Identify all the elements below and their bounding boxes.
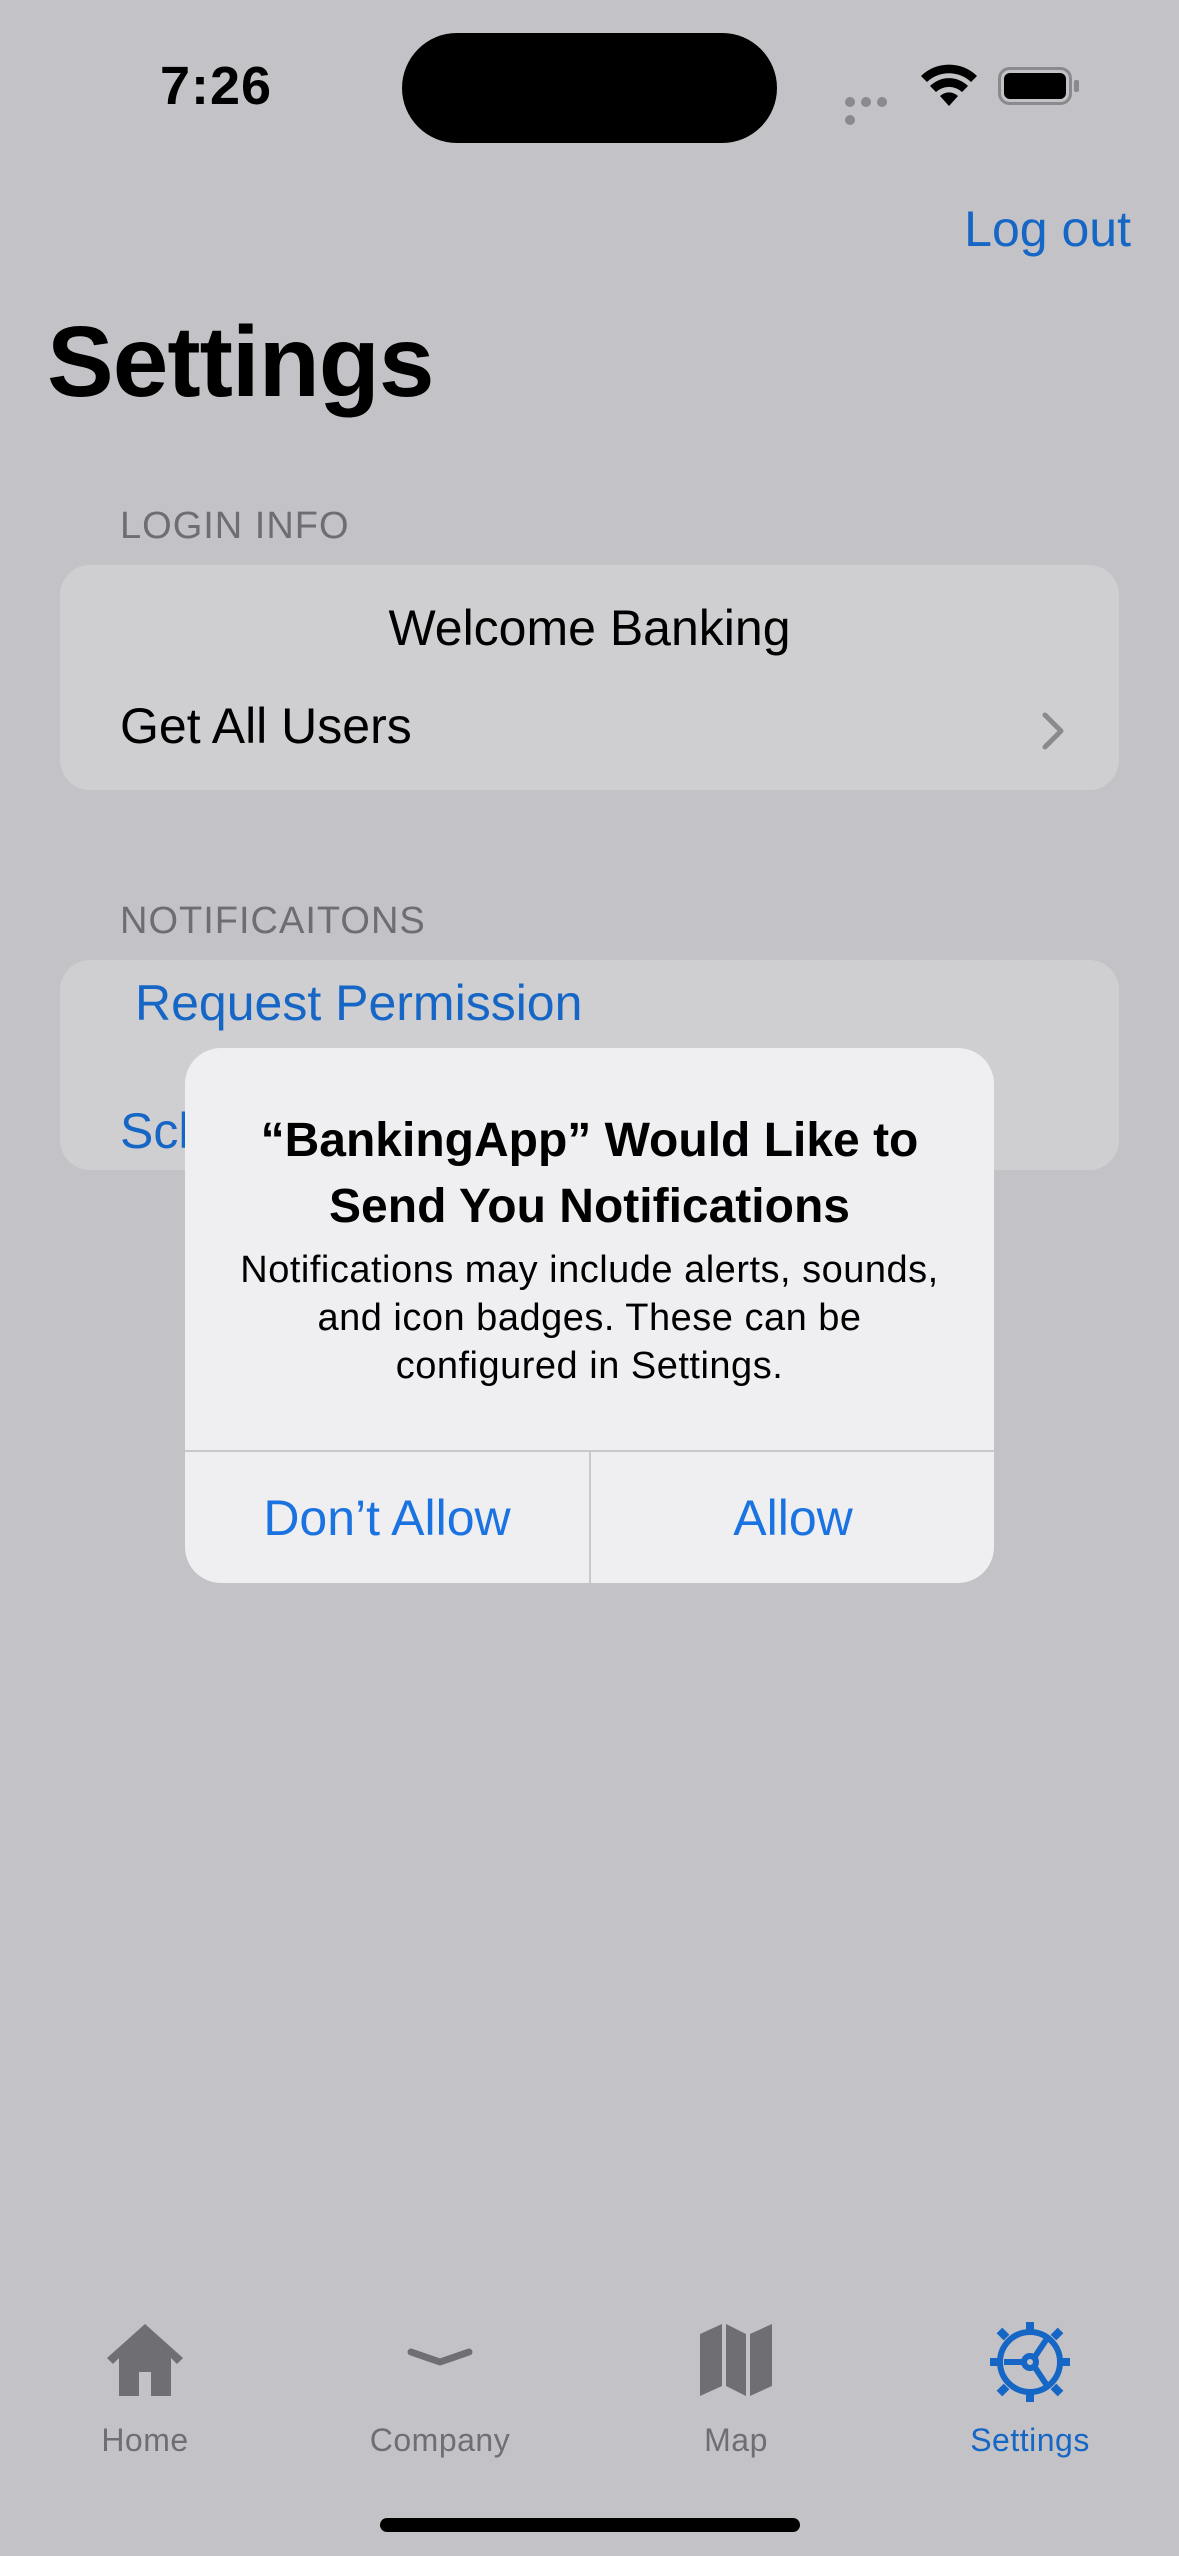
battery-icon — [998, 67, 1082, 105]
chevron-down-icon — [407, 2348, 473, 2366]
cellular-signal-icon — [845, 94, 905, 125]
dont-allow-button[interactable]: Don’t Allow — [185, 1452, 589, 1583]
section-header-notifications: NOTIFICAITONS — [120, 900, 426, 942]
tab-home-label: Home — [101, 2422, 189, 2458]
alert-message: Notifications may include alerts, sounds… — [240, 1249, 939, 1387]
gear-icon — [990, 2322, 1070, 2402]
welcome-label: Welcome Banking — [388, 600, 791, 656]
status-time: 7:26 — [160, 56, 273, 116]
wifi-icon — [920, 62, 978, 108]
alert-title: “BankingApp” Would Like to Send You Noti… — [260, 1114, 919, 1233]
map-icon — [700, 2324, 772, 2396]
section-header-login: LOGIN INFO — [120, 505, 350, 547]
house-icon — [107, 2324, 183, 2396]
tab-map-label: Map — [704, 2422, 768, 2458]
get-all-users-row[interactable]: Get All Users — [120, 697, 1119, 755]
page-title: Settings — [47, 306, 434, 418]
request-permission-button[interactable]: Request Permission — [135, 974, 1119, 1032]
tab-settings-label: Settings — [970, 2422, 1090, 2458]
allow-button[interactable]: Allow — [591, 1452, 994, 1583]
tab-company-label: Company — [369, 2422, 511, 2458]
chevron-right-icon — [1041, 705, 1065, 763]
home-indicator — [380, 2518, 800, 2532]
notification-permission-alert: “BankingApp” Would Like to Send You Noti… — [185, 1048, 994, 1583]
login-card: Welcome Banking Get All Users — [60, 565, 1119, 790]
get-all-users-label: Get All Users — [120, 698, 412, 754]
logout-button[interactable]: Log out — [964, 200, 1131, 258]
dynamic-island — [402, 33, 777, 143]
